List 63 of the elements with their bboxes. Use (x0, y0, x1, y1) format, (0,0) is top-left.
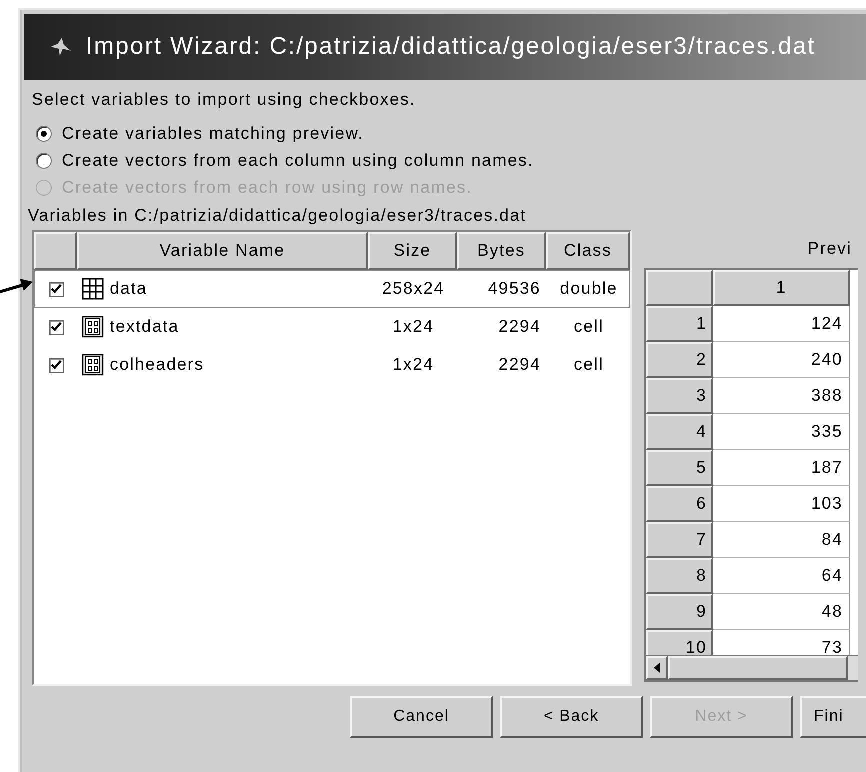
wizard-button[interactable]: < Back (500, 696, 643, 738)
variable-row[interactable]: colheaders 1x24 2294 cell (34, 346, 630, 384)
grid-icon (82, 278, 104, 300)
size-text: 1x24 (392, 355, 434, 375)
variables-label: Variables in C:/patrizia/didattica/geologia/eser3/traces.dat (28, 206, 528, 227)
radio-button[interactable] (36, 152, 52, 168)
table-cell: 335 (713, 414, 850, 450)
column-header[interactable]: Class (546, 232, 630, 270)
table-cell: 103 (713, 486, 850, 522)
window-title: Import Wizard: C:/patrizia/didattica/geologia/eser3/traces.dat (86, 33, 816, 61)
checkbox[interactable] (49, 358, 64, 372)
table-cell: 124 (713, 306, 850, 342)
table-cell: 240 (713, 342, 850, 378)
radio-label[interactable]: Create vectors from each column using column names. (62, 150, 534, 170)
preview-label: Previ (806, 238, 853, 260)
bytes-text: 2294 (498, 355, 541, 375)
variable-row[interactable]: textdata 1x24 2294 cell (34, 308, 630, 346)
checkbox[interactable] (49, 320, 64, 334)
scroll-thumb[interactable] (668, 656, 848, 680)
app-logo-icon (50, 37, 72, 57)
cell-array-icon (82, 316, 104, 338)
column-header[interactable]: Bytes (457, 232, 546, 270)
column-header[interactable]: Variable Name (77, 232, 368, 270)
cell-array-icon (82, 354, 104, 376)
radio-label[interactable]: Create variables matching preview. (62, 124, 364, 144)
row-header: 6 (646, 486, 713, 522)
variable-name: textdata (110, 317, 180, 337)
row-header: 2 (646, 342, 713, 378)
corner-header (646, 270, 713, 306)
variable-name: data (110, 279, 148, 299)
wizard-button[interactable]: Fini (800, 696, 866, 738)
variable-row[interactable]: data 258x24 49536 double (34, 270, 630, 308)
row-header: 5 (646, 450, 713, 486)
bytes-text: 2294 (498, 317, 541, 337)
checkbox[interactable] (49, 282, 64, 296)
class-text: cell (574, 317, 604, 337)
row-header: 1 (646, 306, 713, 342)
horizontal-scrollbar[interactable] (646, 655, 858, 680)
table-cell: 84 (713, 522, 850, 558)
scroll-left-icon (654, 663, 660, 674)
table-cell: 48 (713, 594, 850, 630)
column-header (34, 232, 77, 270)
row-header: 10 (646, 630, 713, 656)
size-text: 258x24 (382, 279, 445, 299)
row-header: 3 (646, 378, 713, 414)
row-header: 8 (646, 558, 713, 594)
table-cell: 64 (713, 558, 850, 594)
bytes-text: 49536 (488, 279, 541, 299)
variable-name: colheaders (110, 355, 204, 375)
radio-button[interactable] (36, 126, 52, 142)
table-cell: 388 (713, 378, 850, 414)
table-cell: 187 (713, 450, 850, 486)
instruction-text: Select variables to import using checkboxes. (32, 90, 417, 111)
pointer-arrow (0, 276, 34, 296)
class-text: cell (574, 355, 604, 375)
row-header: 9 (646, 594, 713, 630)
row-header: 7 (646, 522, 713, 558)
row-header: 4 (646, 414, 713, 450)
column-header: 1 (713, 270, 850, 306)
column-header[interactable]: Size (368, 232, 457, 270)
wizard-button[interactable]: Cancel (350, 696, 493, 738)
size-text: 1x24 (392, 317, 434, 337)
class-text: double (560, 279, 618, 299)
